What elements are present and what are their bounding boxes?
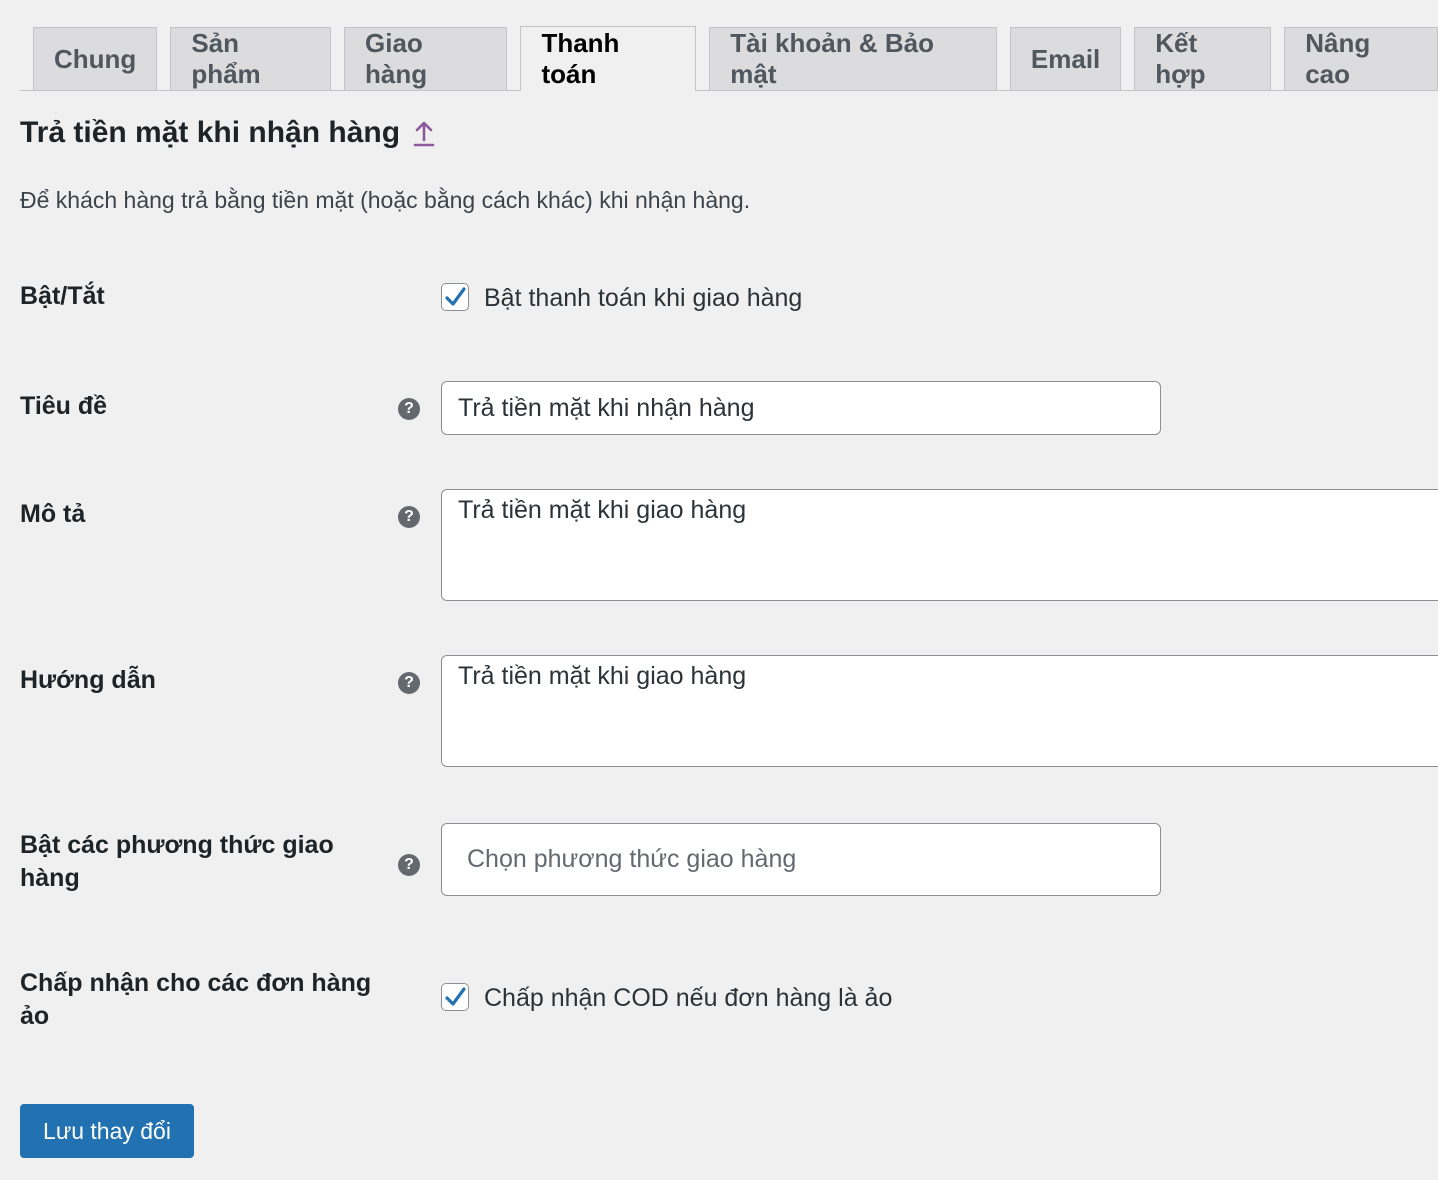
checkmark-icon bbox=[445, 287, 466, 306]
help-icon[interactable]: ? bbox=[398, 672, 420, 694]
title-label: Tiêu đề bbox=[20, 392, 108, 420]
shipping-methods-label: Bật các phương thức giao hàng bbox=[20, 831, 334, 892]
virtual-orders-label: Chấp nhận cho các đơn hàng ảo bbox=[20, 969, 372, 1030]
up-arrow-icon[interactable] bbox=[412, 118, 436, 148]
tab-accounts-privacy[interactable]: Tài khoản & Bảo mật bbox=[709, 27, 997, 90]
tab-shipping[interactable]: Giao hàng bbox=[344, 27, 508, 90]
help-icon[interactable]: ? bbox=[398, 506, 420, 528]
shipping-methods-select[interactable]: Chọn phương thức giao hàng bbox=[441, 823, 1161, 896]
description-textarea[interactable]: Trả tiền mặt khi giao hàng bbox=[441, 489, 1438, 601]
tab-payments[interactable]: Thanh toán bbox=[520, 26, 697, 91]
tab-emails[interactable]: Email bbox=[1009, 27, 1122, 90]
tab-integration[interactable]: Kết hợp bbox=[1134, 27, 1272, 90]
tab-products[interactable]: Sản phẩm bbox=[170, 27, 331, 90]
settings-tabs: Chung Sản phẩm Giao hàng Thanh toán Tài … bbox=[20, 25, 1438, 91]
enable-checkbox[interactable] bbox=[441, 283, 469, 311]
help-icon[interactable]: ? bbox=[398, 398, 420, 420]
page-title: Trả tiền mặt khi nhận hàng bbox=[20, 116, 401, 149]
section-heading: Trả tiền mặt khi nhận hàng bbox=[20, 116, 436, 150]
instructions-textarea[interactable]: Trả tiền mặt khi giao hàng bbox=[441, 655, 1438, 767]
enable-checkbox-label[interactable]: Bật thanh toán khi giao hàng bbox=[484, 284, 802, 313]
title-input[interactable]: Trả tiền mặt khi nhận hàng bbox=[441, 381, 1161, 435]
virtual-orders-checkbox[interactable] bbox=[441, 983, 469, 1011]
description-label: Mô tả bbox=[20, 500, 86, 528]
save-button[interactable]: Lưu thay đổi bbox=[20, 1104, 194, 1158]
payment-settings-page: Chung Sản phẩm Giao hàng Thanh toán Tài … bbox=[0, 0, 1438, 1180]
instructions-label: Hướng dẫn bbox=[20, 666, 156, 694]
tab-general[interactable]: Chung bbox=[33, 27, 158, 90]
help-icon[interactable]: ? bbox=[398, 854, 420, 876]
virtual-orders-checkbox-label[interactable]: Chấp nhận COD nếu đơn hàng là ảo bbox=[484, 984, 892, 1013]
section-description: Để khách hàng trả bằng tiền mặt (hoặc bằ… bbox=[20, 187, 751, 213]
checkmark-icon bbox=[445, 987, 466, 1006]
tab-advanced[interactable]: Nâng cao bbox=[1284, 27, 1438, 90]
enable-label: Bật/Tắt bbox=[20, 282, 105, 310]
